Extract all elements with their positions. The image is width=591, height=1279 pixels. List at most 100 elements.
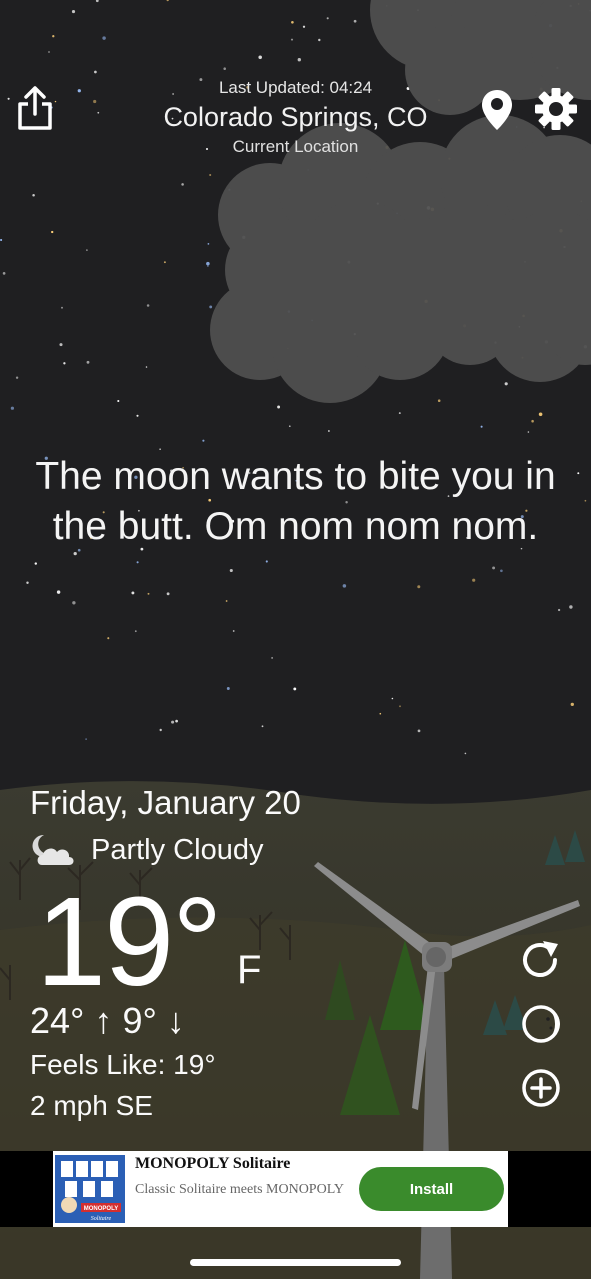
- star: [326, 17, 329, 20]
- location-subtitle: Current Location: [232, 137, 359, 156]
- star: [318, 38, 321, 42]
- star: [569, 605, 573, 609]
- location-pin-icon[interactable]: [480, 88, 514, 132]
- star: [51, 230, 54, 234]
- star: [293, 687, 297, 691]
- star: [258, 55, 262, 60]
- star: [159, 448, 161, 450]
- star: [271, 657, 273, 659]
- star: [86, 360, 90, 364]
- star: [225, 600, 228, 602]
- star: [265, 560, 268, 563]
- star: [207, 265, 209, 267]
- star: [26, 581, 29, 585]
- star: [290, 38, 294, 41]
- star: [328, 430, 330, 432]
- star: [527, 431, 530, 433]
- star: [492, 566, 496, 570]
- star: [15, 376, 19, 379]
- date-label: Friday, January 20: [30, 784, 301, 821]
- moon-phase-icon[interactable]: [518, 1001, 564, 1047]
- star: [32, 193, 35, 197]
- gear-icon[interactable]: [533, 86, 579, 132]
- condition-label: Partly Cloudy: [91, 833, 264, 866]
- star: [136, 414, 139, 417]
- star: [2, 272, 6, 275]
- star: [207, 243, 210, 245]
- star: [166, 592, 170, 596]
- weather-quip: The moon wants to bite you in the butt. …: [35, 455, 556, 548]
- star: [52, 35, 55, 38]
- star: [181, 183, 184, 186]
- star: [302, 25, 306, 28]
- star: [229, 568, 233, 573]
- star: [175, 719, 178, 723]
- star: [277, 405, 281, 409]
- star: [538, 412, 543, 417]
- current-temperature: 19°: [36, 871, 223, 1012]
- star: [59, 343, 63, 347]
- background-scene: [0, 0, 591, 1279]
- star: [131, 591, 135, 595]
- star: [531, 419, 534, 423]
- star: [391, 697, 394, 700]
- star: [584, 499, 587, 502]
- star: [71, 10, 76, 14]
- star: [85, 738, 87, 740]
- star: [437, 399, 441, 402]
- star: [291, 20, 294, 24]
- star: [206, 261, 210, 266]
- star: [202, 439, 205, 442]
- star: [147, 592, 150, 595]
- star: [500, 569, 503, 573]
- star: [226, 687, 230, 690]
- star: [0, 238, 3, 242]
- star: [472, 578, 476, 582]
- star: [209, 305, 213, 309]
- add-circle-icon[interactable]: [518, 1065, 564, 1111]
- star: [63, 362, 66, 365]
- temperature-unit[interactable]: F: [237, 948, 261, 993]
- weather-screen: Last Updated: 04:24 Colorado Springs, CO…: [0, 0, 591, 1279]
- star: [7, 97, 10, 100]
- star: [504, 382, 508, 386]
- star: [34, 562, 37, 565]
- install-button[interactable]: Install: [359, 1167, 504, 1211]
- ad-title: MONOPOLY Solitaire: [135, 1155, 291, 1172]
- home-indicator[interactable]: [190, 1259, 401, 1266]
- star: [417, 729, 421, 733]
- star: [288, 425, 291, 428]
- star: [342, 584, 347, 588]
- star: [570, 702, 574, 707]
- star: [136, 561, 139, 564]
- star: [73, 551, 77, 556]
- ad-description: Classic Solitaire meets MONOPOLY: [135, 1182, 344, 1197]
- star: [464, 752, 467, 755]
- condition-row: Partly Cloudy: [30, 832, 263, 868]
- ad-thumb-text-2: Solitaire: [91, 1216, 112, 1222]
- star: [102, 36, 106, 40]
- star: [94, 70, 97, 74]
- star: [399, 705, 401, 708]
- star: [261, 725, 264, 728]
- star: [107, 637, 110, 640]
- refresh-icon[interactable]: [518, 937, 564, 983]
- star: [48, 51, 50, 53]
- star: [146, 304, 150, 307]
- feels-like-label: Feels Like: 19°: [30, 1049, 216, 1080]
- ad-banner: MONOPOLY Solitaire MONOPOLY Solitaire Cl…: [0, 1151, 591, 1227]
- star: [163, 261, 166, 264]
- star: [557, 608, 561, 612]
- wind-label: 2 mph SE: [30, 1090, 153, 1121]
- ad-thumb-text-1: MONOPOLY: [84, 1206, 118, 1212]
- star: [117, 399, 120, 403]
- star: [86, 249, 88, 251]
- ad-card[interactable]: MONOPOLY Solitaire MONOPOLY Solitaire Cl…: [53, 1151, 508, 1227]
- star: [577, 472, 580, 475]
- star: [134, 630, 137, 633]
- star: [145, 366, 148, 368]
- star: [353, 19, 357, 23]
- star: [56, 590, 61, 594]
- star: [10, 406, 15, 410]
- star: [171, 720, 175, 724]
